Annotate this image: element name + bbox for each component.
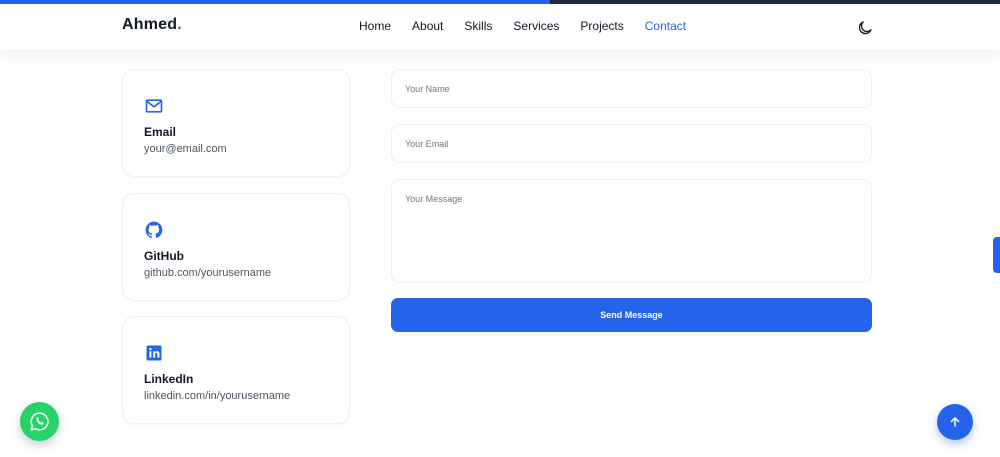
mail-icon (144, 96, 164, 116)
back-to-top-button[interactable] (937, 404, 973, 440)
nav-about[interactable]: About (412, 19, 443, 33)
nav-services[interactable]: Services (513, 19, 559, 33)
github-icon (144, 220, 164, 240)
moon-icon[interactable] (856, 19, 874, 37)
main-nav: Home About Skills Services Projects Cont… (359, 19, 686, 33)
send-message-button[interactable]: Send Message (391, 298, 872, 332)
brand-logo[interactable]: Ahmed. (122, 16, 182, 34)
contact-card-title: GitHub (144, 249, 184, 263)
linkedin-icon (144, 343, 164, 363)
contact-card-value: your@email.com (144, 143, 227, 155)
email-input[interactable] (391, 124, 872, 163)
contact-card-value: github.com/yourusername (144, 267, 272, 279)
contact-card-value: linkedin.com/in/yourusername (144, 390, 291, 402)
contact-card-github: GitHub github.com/yourusername (122, 193, 350, 301)
whatsapp-button[interactable] (20, 402, 59, 441)
navbar: Ahmed. Home About Skills Services Projec… (0, 4, 1000, 50)
nav-projects[interactable]: Projects (580, 19, 623, 33)
contact-card-email: Email your@email.com (122, 69, 350, 177)
whatsapp-icon (30, 412, 49, 431)
nav-skills[interactable]: Skills (464, 19, 492, 33)
scrollbar-thumb[interactable] (993, 237, 1000, 273)
contact-card-title: Email (144, 125, 177, 139)
name-input[interactable] (391, 69, 872, 108)
message-textarea[interactable] (391, 179, 872, 283)
nav-home[interactable]: Home (359, 19, 391, 33)
contact-card-title: LinkedIn (144, 372, 194, 386)
nav-contact[interactable]: Contact (645, 19, 686, 33)
arrow-up-icon (950, 417, 960, 427)
contact-card-linkedin: LinkedIn linkedin.com/in/yourusername (122, 316, 350, 424)
